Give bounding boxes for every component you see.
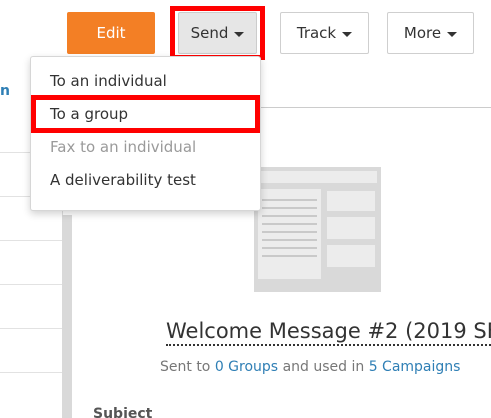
- caret-down-icon: [447, 31, 458, 37]
- more-button[interactable]: More: [387, 12, 474, 54]
- left-column-link[interactable]: n: [0, 83, 10, 99]
- send-dropdown-menu: To an individual To a group Fax to an in…: [30, 56, 261, 211]
- thumb-text-line: [262, 207, 317, 209]
- thumb-text-line: [262, 231, 317, 233]
- thumb-text-line: [262, 247, 317, 249]
- menu-item-fax-individual: Fax to an individual: [50, 138, 197, 156]
- meta-prefix: Sent to: [160, 359, 211, 375]
- message-thumbnail[interactable]: [254, 167, 381, 292]
- caret-down-icon: [234, 31, 245, 37]
- groups-link[interactable]: 0 Groups: [215, 359, 278, 375]
- thumb-text-line: [262, 255, 317, 257]
- menu-item-to-individual[interactable]: To an individual: [50, 72, 167, 90]
- thumb-text-line: [262, 239, 317, 241]
- list-divider: [0, 372, 62, 373]
- list-scrollbar[interactable]: [62, 215, 72, 418]
- thumb-side-block: [327, 245, 375, 267]
- edit-button[interactable]: Edit: [67, 12, 155, 54]
- message-title[interactable]: Welcome Message #2 (2019 SF): [166, 318, 491, 346]
- meta-middle: and used in: [282, 359, 365, 375]
- header-divider: [260, 107, 491, 108]
- subject-label: Subject: [93, 406, 153, 418]
- send-button-label: Send: [190, 24, 229, 42]
- message-meta: Sent to 0 Groups and used in 5 Campaigns: [160, 359, 460, 375]
- menu-item-to-group[interactable]: To a group: [50, 105, 128, 123]
- menu-item-deliverability-test[interactable]: A deliverability test: [50, 171, 196, 189]
- campaigns-link[interactable]: 5 Campaigns: [369, 359, 461, 375]
- thumb-text-line: [262, 215, 317, 217]
- list-divider: [0, 284, 62, 285]
- send-button[interactable]: Send: [178, 12, 257, 54]
- track-button-label: Track: [296, 24, 337, 42]
- edit-button-label: Edit: [96, 24, 126, 42]
- list-divider: [0, 240, 62, 241]
- thumb-header-block: [258, 171, 377, 183]
- caret-down-icon: [342, 31, 353, 37]
- thumb-text-line: [262, 199, 317, 201]
- thumb-side-block: [327, 191, 375, 211]
- list-divider: [0, 328, 62, 329]
- more-button-label: More: [403, 24, 442, 42]
- thumb-body-block: [258, 189, 321, 279]
- page: n Edit Send Track More Welcome Message #…: [0, 0, 491, 418]
- thumb-text-line: [262, 223, 317, 225]
- track-button[interactable]: Track: [280, 12, 369, 54]
- thumb-side-block: [327, 217, 375, 239]
